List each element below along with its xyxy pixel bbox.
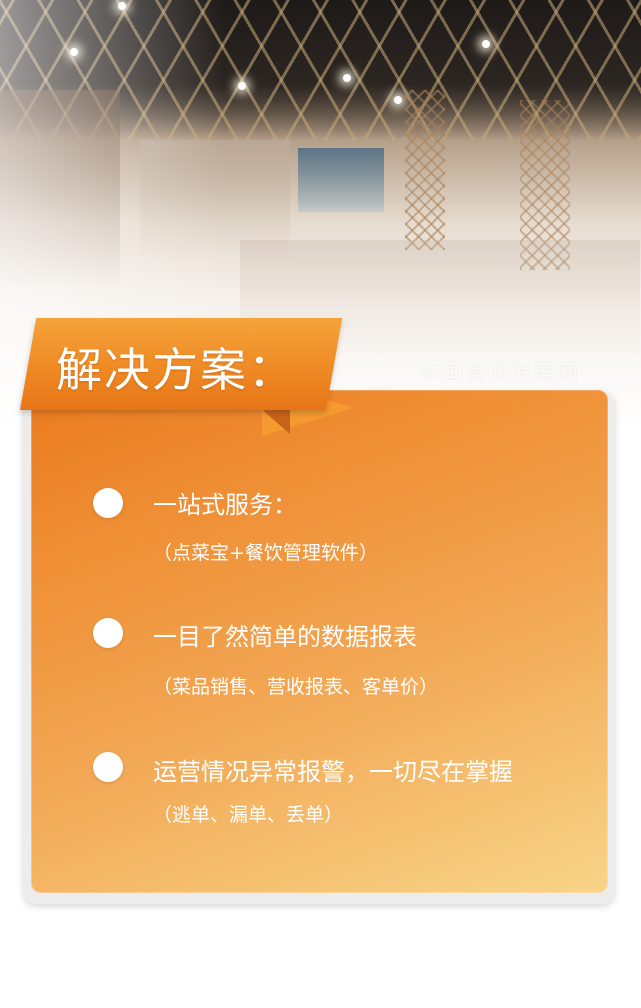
item-title: 一目了然简单的数据报表 — [153, 623, 417, 651]
section-heading: 解决方案： — [56, 343, 296, 397]
watermark: 中国食业发展网 — [418, 362, 580, 387]
item-subtitle: （逃单、漏单、丢单） — [153, 804, 344, 826]
bullet-dot — [93, 488, 123, 518]
item-subtitle: （点菜宝+餐饮管理软件） — [153, 542, 378, 564]
ribbon-fold — [260, 408, 290, 434]
bullet-dot — [93, 752, 123, 782]
item-title: 运营情况异常报警，一切尽在掌握 — [153, 758, 513, 786]
item-title: 一站式服务： — [153, 491, 297, 519]
bullet-dot — [93, 618, 123, 648]
item-subtitle: （菜品销售、营收报表、客单价） — [153, 676, 439, 698]
